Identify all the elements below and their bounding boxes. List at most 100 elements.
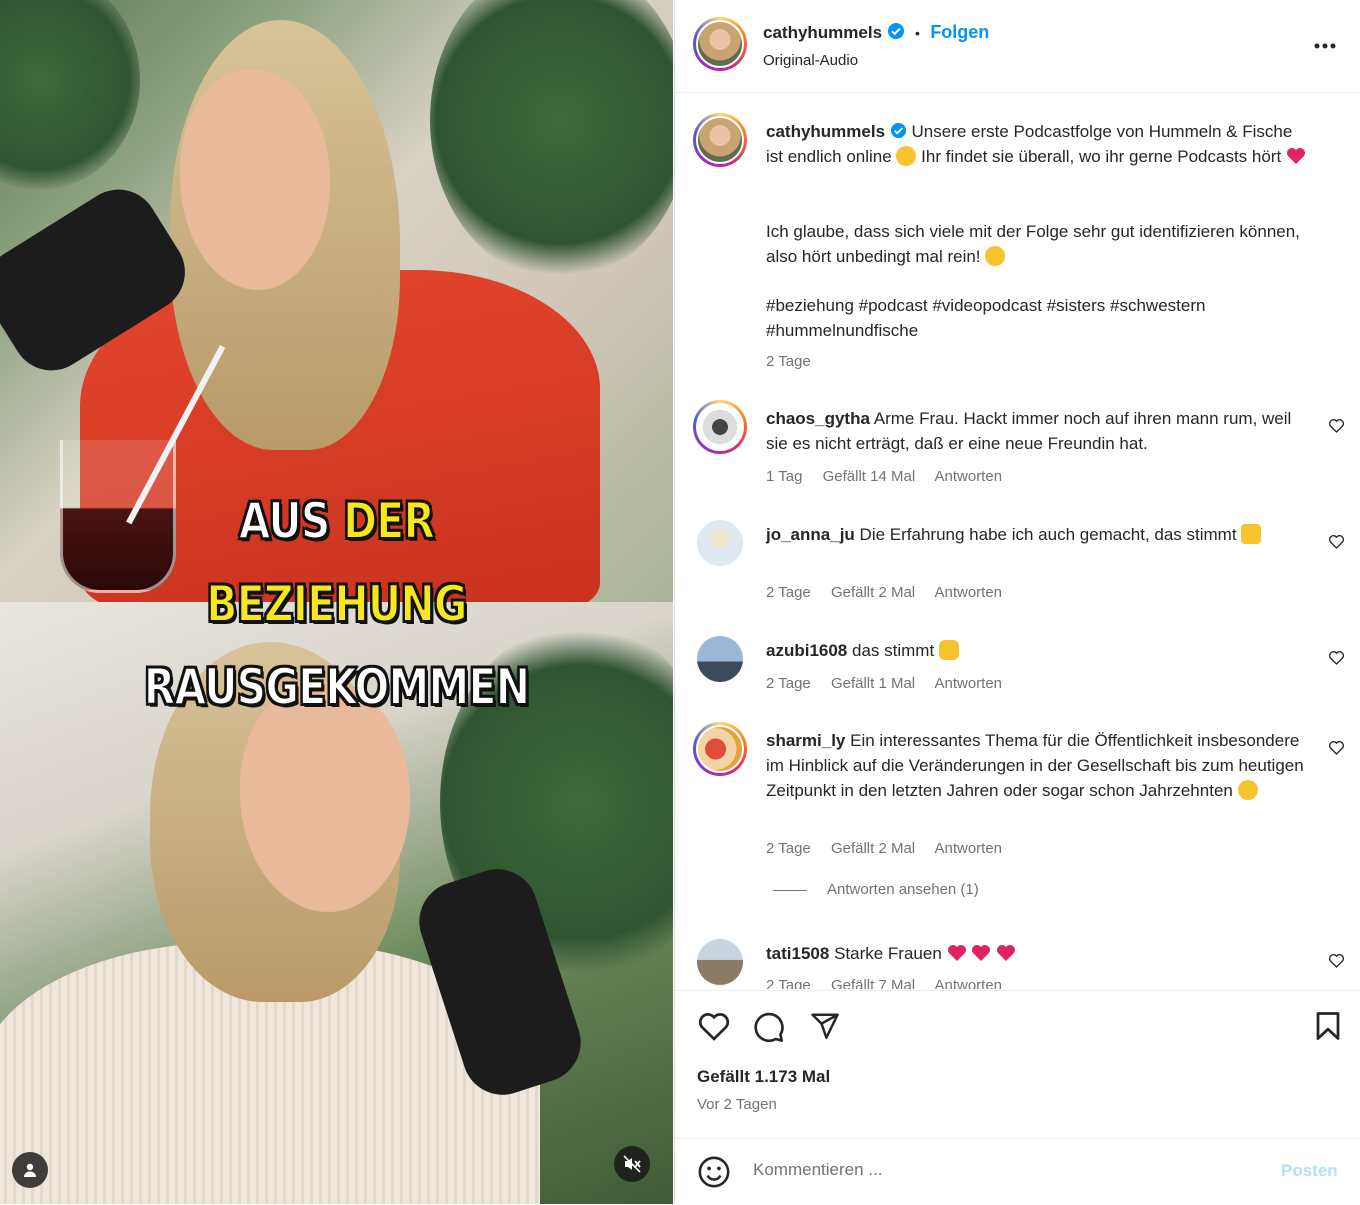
- comment-item: azubi1608 das stimmt 2 Tage Gefällt 1 Ma…: [675, 636, 1360, 716]
- view-replies-line: [773, 890, 807, 891]
- comment-like-count[interactable]: Gefällt 14 Mal: [823, 468, 916, 485]
- caption-line-3: RAUSGEKOMMEN: [143, 657, 531, 717]
- reply-button[interactable]: Antworten: [934, 675, 1002, 692]
- caption-word: AUS: [238, 491, 331, 551]
- comment-item: sharmi_ly Ein interessantes Thema für di…: [675, 722, 1360, 912]
- red-heart-emoji: [947, 945, 966, 961]
- comment-avatar[interactable]: [697, 939, 743, 985]
- follow-button[interactable]: Folgen: [930, 22, 989, 42]
- clapping-hands-emoji: [938, 640, 959, 660]
- heart-icon[interactable]: [1328, 740, 1345, 755]
- comment-item: jo_anna_ju Die Erfahrung habe ich auch g…: [675, 520, 1360, 620]
- red-heart-emoji: [997, 945, 1015, 961]
- comments-list[interactable]: cathyhummels Unsere erste Podcastfolge v…: [675, 93, 1360, 989]
- reply-button[interactable]: Antworten: [935, 468, 1003, 485]
- comment-body: Starke Frauen: [834, 944, 942, 963]
- more-options-icon[interactable]: [1313, 42, 1337, 50]
- post-date: Vor 2 Tagen: [697, 1096, 777, 1113]
- comment-time: 2 Tage: [766, 675, 811, 692]
- comment-meta: 2 Tage Gefällt 1 Mal Antworten: [766, 675, 1018, 692]
- comment-body: das stimmt: [852, 641, 935, 660]
- comment-like-count[interactable]: Gefällt 2 Mal: [831, 840, 915, 857]
- caption-hashtags[interactable]: #beziehung #podcast #videopodcast #siste…: [766, 293, 1306, 343]
- comment-like-count[interactable]: Gefällt 2 Mal: [831, 584, 915, 601]
- view-replies-button[interactable]: Antworten ansehen (1): [827, 881, 979, 898]
- comment-avatar[interactable]: [693, 722, 747, 776]
- comment-item: tati1508 Starke Frauen 2 Tage Gefällt 7 …: [675, 939, 1360, 989]
- comment-meta: 2 Tage Gefällt 7 Mal Antworten: [766, 977, 1018, 989]
- thinking-face-emoji: [1237, 780, 1258, 800]
- heart-icon[interactable]: [697, 1011, 731, 1041]
- comment-time: 2 Tage: [766, 840, 811, 857]
- caption-paragraph-2: Ich glaube, dass sich viele mit der Folg…: [766, 219, 1306, 269]
- comment-body: Die Erfahrung habe ich auch gemacht, das…: [859, 525, 1237, 544]
- comment-username[interactable]: jo_anna_ju: [766, 525, 855, 544]
- heart-icon[interactable]: [1328, 650, 1345, 665]
- caption-line-2: BEZIEHUNG: [205, 574, 468, 634]
- comment-time: 2 Tage: [766, 584, 811, 601]
- caption-sentence: Ich glaube, dass sich viele mit der Folg…: [766, 222, 1300, 266]
- separator-dot: •: [914, 25, 920, 41]
- caption-avatar[interactable]: [693, 113, 747, 167]
- comment-avatar[interactable]: [697, 636, 743, 682]
- post-media[interactable]: AUS DER BEZIEHUNG RAUSGEKOMMEN: [0, 0, 673, 1204]
- post-header: cathyhummels • Folgen Original-Audio: [675, 0, 1360, 93]
- comment-input[interactable]: [751, 1159, 1275, 1181]
- comment-meta: 1 Tag Gefällt 14 Mal Antworten: [766, 468, 1018, 485]
- comment-username[interactable]: tati1508: [766, 944, 829, 963]
- smiley-icon[interactable]: [697, 1155, 731, 1189]
- caption-sentence: Ihr findet sie überall, wo ihr gerne Pod…: [921, 147, 1282, 166]
- red-heart-emoji: [972, 945, 991, 961]
- caption-time: 2 Tage: [766, 353, 811, 370]
- reply-button[interactable]: Antworten: [934, 840, 1002, 857]
- comment-meta: 2 Tage Gefällt 2 Mal Antworten: [766, 584, 1018, 601]
- caption-block: cathyhummels Unsere erste Podcastfolge v…: [675, 113, 1360, 373]
- comment-avatar[interactable]: [697, 520, 743, 566]
- post-button[interactable]: Posten: [1281, 1161, 1338, 1181]
- post-sidebar: cathyhummels • Folgen Original-Audio cat…: [674, 0, 1360, 1204]
- face-figure: [240, 682, 410, 912]
- comment-like-count[interactable]: Gefällt 1 Mal: [831, 675, 915, 692]
- comment-composer: Posten: [675, 1138, 1360, 1205]
- comment-bubble-icon[interactable]: [753, 1011, 785, 1043]
- caption-line-1: AUS DER: [61, 491, 613, 551]
- comment-text: chaos_gytha Arme Frau. Hackt immer noch …: [766, 406, 1306, 456]
- author-avatar[interactable]: [693, 17, 747, 71]
- comment-meta: 2 Tage Gefällt 2 Mal Antworten: [766, 840, 1018, 857]
- plant-decor: [430, 0, 673, 280]
- comment-item: chaos_gytha Arme Frau. Hackt immer noch …: [675, 400, 1360, 500]
- reply-button[interactable]: Antworten: [934, 584, 1002, 601]
- speaker-muted-icon: [623, 1155, 641, 1173]
- caption-text: cathyhummels Unsere erste Podcastfolge v…: [766, 119, 1306, 169]
- reply-button[interactable]: Antworten: [934, 977, 1002, 989]
- heart-icon[interactable]: [1328, 418, 1345, 433]
- comment-text: jo_anna_ju Die Erfahrung habe ich auch g…: [766, 522, 1306, 547]
- mute-button[interactable]: [614, 1146, 650, 1182]
- like-count[interactable]: Gefällt 1.173 Mal: [697, 1067, 830, 1087]
- comment-avatar[interactable]: [693, 400, 747, 454]
- comment-username[interactable]: sharmi_ly: [766, 731, 845, 750]
- comment-text: sharmi_ly Ein interessantes Thema für di…: [766, 728, 1306, 803]
- caption-username[interactable]: cathyhummels: [766, 122, 885, 141]
- user-tags-button[interactable]: [12, 1152, 48, 1188]
- comment-text: azubi1608 das stimmt: [766, 638, 1306, 663]
- comment-time: 2 Tage: [766, 977, 811, 989]
- raised-hands-emoji: [1241, 524, 1262, 544]
- author-username[interactable]: cathyhummels: [763, 23, 882, 42]
- star-eyes-emoji: [896, 146, 917, 166]
- comment-text: tati1508 Starke Frauen: [766, 941, 1306, 966]
- heart-icon[interactable]: [1328, 953, 1345, 968]
- person-icon: [24, 1163, 36, 1177]
- comment-body: Ein interessantes Thema für die Öffentli…: [766, 731, 1304, 800]
- verified-badge-icon: [887, 23, 904, 39]
- comment-username[interactable]: chaos_gytha: [766, 409, 870, 428]
- smiling-hearts-emoji: [985, 246, 1006, 266]
- paper-plane-icon[interactable]: [809, 1011, 841, 1041]
- comment-like-count[interactable]: Gefällt 7 Mal: [831, 977, 915, 989]
- caption-word: DER: [342, 491, 436, 551]
- audio-label[interactable]: Original-Audio: [763, 52, 858, 69]
- comment-time: 1 Tag: [766, 468, 803, 485]
- heart-icon[interactable]: [1328, 534, 1345, 549]
- bookmark-icon[interactable]: [1315, 1011, 1341, 1041]
- comment-username[interactable]: azubi1608: [766, 641, 847, 660]
